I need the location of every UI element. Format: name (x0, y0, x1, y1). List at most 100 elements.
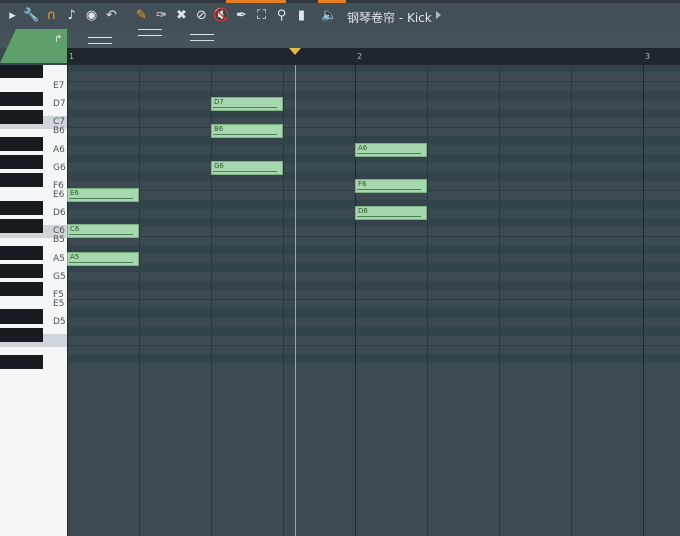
black-key[interactable] (0, 155, 43, 170)
toolbar: ▸ 🔧 ∩ ♪ ◉ ↶ ✎ ✑ ✖ ⊘ 🔇 ✒ ⛶ ⚲ ▮ 🔈 钢琴卷帘 - K… (0, 0, 680, 34)
key-label: E5 (53, 298, 65, 309)
note-label: G6 (214, 161, 224, 170)
bar-label: 3 (645, 52, 651, 61)
playhead-line (295, 65, 296, 536)
black-key[interactable] (0, 136, 43, 152)
note-d7[interactable]: D7 (211, 97, 283, 112)
note-velocity-bar (213, 107, 277, 109)
note-label: F6 (358, 179, 367, 188)
note-a5[interactable]: A5 (67, 251, 139, 266)
grid-row-black (67, 308, 680, 318)
key-label: A6 (53, 144, 65, 155)
orange-tab-2[interactable] (318, 0, 346, 3)
slice-icon[interactable]: ✒ (234, 8, 249, 24)
black-key[interactable] (0, 245, 43, 260)
timeline-ruler[interactable]: 1 2 3 (67, 48, 680, 65)
zoom-icon[interactable]: ⚲ (274, 8, 289, 24)
bar-label: 2 (357, 52, 363, 61)
grid-row-black (67, 244, 680, 254)
note-d6[interactable]: D6 (355, 206, 427, 221)
black-key[interactable] (0, 309, 43, 324)
note-label: B6 (214, 125, 224, 134)
octave-line (67, 81, 680, 83)
note-label: D6 (358, 207, 368, 216)
paint-icon[interactable]: ✑ (154, 8, 169, 24)
note-velocity-bar (213, 170, 277, 172)
note-a6[interactable]: A6 (355, 142, 427, 157)
black-key[interactable] (0, 65, 43, 79)
note-velocity-bar (357, 188, 421, 190)
note-f6[interactable]: F6 (355, 178, 427, 193)
note-velocity-bar (213, 134, 277, 136)
beat-line (571, 65, 572, 536)
key-label: A5 (53, 253, 65, 264)
note-e6[interactable]: E6 (67, 187, 139, 202)
playhead-marker-icon[interactable] (289, 48, 301, 55)
note-velocity-bar (357, 216, 421, 218)
grid-row-black (67, 281, 680, 291)
grid-snap-icon-3[interactable] (190, 34, 214, 41)
play-arrow-icon[interactable]: ▸ (5, 8, 20, 24)
no-icon[interactable]: ⊘ (194, 8, 209, 24)
key-label: B5 (53, 235, 65, 246)
beat-line (283, 65, 284, 536)
octave-line (67, 235, 680, 237)
note-b6[interactable]: B6 (211, 124, 283, 139)
beat-line (427, 65, 428, 536)
beat-line (67, 65, 68, 536)
black-key[interactable] (0, 264, 43, 279)
mute-icon[interactable]: 🔇 (213, 8, 229, 24)
black-key[interactable] (0, 173, 43, 188)
delete-icon[interactable]: ✖ (174, 8, 189, 24)
key-label: E6 (53, 189, 65, 200)
key-label: G6 (53, 162, 66, 173)
grid-row-black (67, 353, 680, 363)
subbar: ‹ (0, 29, 680, 78)
piano-keyboard[interactable]: E7 D7 C7 B6 A6 G6 F6 E6 D6 C6 B5 A5 G5 F5 E5 D5 (0, 65, 67, 536)
black-key[interactable] (0, 91, 43, 106)
note-velocity-bar (69, 234, 133, 236)
title-arrow-icon[interactable] (436, 11, 441, 19)
key-label: B6 (53, 126, 65, 137)
select-icon[interactable]: ⛶ (254, 8, 269, 24)
stop-circle-icon[interactable]: ◉ (84, 8, 99, 24)
pencil-icon[interactable]: ✎ (134, 8, 149, 24)
window-title: 钢琴卷帘 - Kick (347, 11, 432, 25)
undo-icon[interactable]: ↶ (104, 8, 119, 24)
volume-icon[interactable]: ▮ (294, 8, 309, 24)
note-velocity-bar (357, 152, 421, 154)
note-label: D7 (214, 98, 224, 107)
speaker-icon[interactable]: 🔈 (321, 8, 337, 24)
slope-icon[interactable]: ↱ (54, 34, 62, 45)
key-label: D7 (53, 99, 66, 110)
black-key[interactable] (0, 327, 43, 342)
note-velocity-bar (69, 261, 133, 263)
grid-snap-icon-2[interactable] (138, 29, 162, 36)
black-key[interactable] (0, 218, 43, 233)
note-g6[interactable]: G6 (211, 160, 283, 175)
grid-row-black (67, 263, 680, 273)
bar-label: 1 (69, 52, 75, 61)
black-key[interactable] (0, 282, 43, 297)
magnet-icon[interactable]: ∩ (44, 8, 59, 24)
key-label: D6 (53, 208, 66, 219)
key-label: E7 (53, 81, 65, 91)
note-label: A6 (358, 143, 368, 152)
grid-row-black (67, 108, 680, 118)
black-key[interactable] (0, 109, 43, 124)
wrench-icon[interactable]: 🔧 (23, 8, 39, 24)
grid-snap-icon[interactable] (88, 37, 112, 44)
orange-tab[interactable] (226, 0, 286, 3)
grid-row-black (67, 326, 680, 336)
note-icon[interactable]: ♪ (64, 8, 79, 24)
note-velocity-bar (69, 197, 133, 199)
octave-line (67, 299, 680, 301)
black-key[interactable] (0, 354, 43, 369)
beat-line (139, 65, 140, 536)
note-grid[interactable]: D7 B6 A6 G6 F6 E6 D6 C6 A5 (67, 65, 680, 536)
note-c6[interactable]: C6 (67, 224, 139, 239)
black-key[interactable] (0, 200, 43, 215)
note-label: A5 (70, 252, 80, 261)
beat-line (499, 65, 500, 536)
note-label: C6 (70, 225, 80, 234)
